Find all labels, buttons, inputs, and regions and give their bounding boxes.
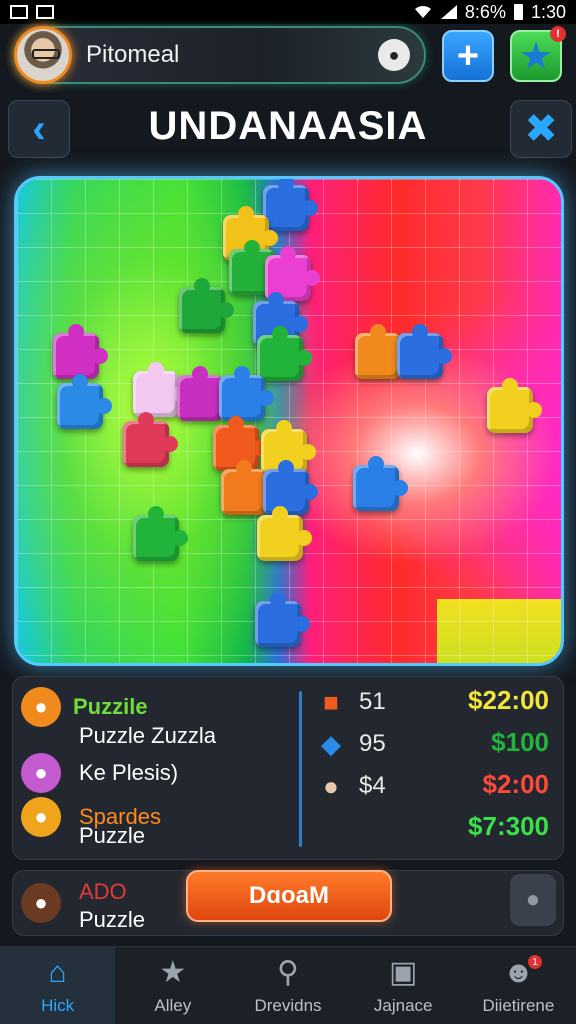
puzzle-board[interactable] xyxy=(14,176,564,666)
puzzle-piece[interactable] xyxy=(353,456,408,511)
monster-icon: ● xyxy=(21,883,61,923)
puzzle-piece[interactable] xyxy=(397,324,452,379)
star-icon: ★ xyxy=(159,955,187,989)
notification-badge: 1 xyxy=(528,955,543,969)
speech-bubble-icon: ● xyxy=(525,886,541,913)
nav-item-search[interactable]: ⚲ Drevidns xyxy=(230,947,345,1024)
puzzle-piece[interactable] xyxy=(179,278,234,333)
count-row: ● $4 xyxy=(309,769,386,803)
nav-item-inventory[interactable]: ▣ Jajnace xyxy=(346,947,461,1024)
battery-icon xyxy=(513,4,523,20)
puzzle-piece[interactable] xyxy=(255,592,310,647)
nav-label: Hick xyxy=(41,995,75,1015)
puzzle-piece[interactable] xyxy=(57,374,112,429)
puzzle-piece[interactable] xyxy=(221,460,276,515)
puzzle-piece[interactable] xyxy=(257,506,312,561)
price-value: $2:00 xyxy=(482,769,550,799)
search-icon: ⚲ xyxy=(277,955,299,989)
gem-icon: ◆ xyxy=(321,728,341,759)
stat-subtitle: Puzzle xyxy=(79,823,146,848)
cat-icon: ● xyxy=(21,753,61,793)
puzzle-piece[interactable] xyxy=(123,412,178,467)
count-row: ■ 51 xyxy=(309,685,386,719)
count-value: $4 xyxy=(359,772,386,799)
briefcase-icon: ▣ xyxy=(389,955,418,989)
notification-badge: ! xyxy=(550,26,566,42)
favorites-button[interactable]: ★ ! xyxy=(510,26,566,82)
puzzle-piece[interactable] xyxy=(263,179,318,231)
star-icon: ★ xyxy=(518,35,554,78)
back-button[interactable]: ‹ xyxy=(8,100,70,158)
stat-row: ● Ke Plesis) xyxy=(21,753,178,793)
price-value: $100 xyxy=(491,727,549,757)
puzzle-piece[interactable] xyxy=(219,366,274,421)
count-value: 95 xyxy=(359,730,386,757)
play-button[interactable]: DɑoaM xyxy=(186,870,392,922)
chevron-left-icon: ‹ xyxy=(32,106,46,151)
nav-item-home[interactable]: ⌂ Hick xyxy=(0,947,116,1024)
puzzle-piece[interactable] xyxy=(355,324,410,379)
battery-percent: 8:6% xyxy=(464,1,506,22)
puzzle-piece[interactable] xyxy=(257,326,312,381)
divider xyxy=(299,691,302,847)
creature-icon: ● xyxy=(21,687,61,727)
shuffle-button[interactable]: ✖ xyxy=(510,100,572,158)
count-row: ◆ 95 xyxy=(309,727,386,761)
price-value: $7:300 xyxy=(468,811,549,841)
nav-label: Jajnace xyxy=(373,995,433,1015)
clock: 1:30 xyxy=(530,1,566,22)
wifi-icon xyxy=(414,5,431,19)
stat-row: ● Puzzile xyxy=(21,687,148,727)
profile-bar[interactable]: Pitomeal ● xyxy=(14,26,426,84)
flame-icon: ● xyxy=(21,797,61,837)
nav-item-alley[interactable]: ★ Alley xyxy=(115,947,230,1024)
puzzle-piece[interactable] xyxy=(53,324,108,379)
chat-bubble-icon[interactable]: ● xyxy=(378,39,410,71)
status-bar: 8:6% 1:30 xyxy=(0,0,576,24)
plus-icon: + xyxy=(456,34,480,77)
crossed-arrows-icon: ✖ xyxy=(524,107,558,151)
nav-item-profile[interactable]: ☻ 1 Diietirene xyxy=(461,947,576,1024)
puzzle-piece[interactable] xyxy=(133,362,188,417)
action-subtitle: Puzzle xyxy=(79,907,146,932)
add-button[interactable]: + xyxy=(442,30,494,82)
signal-icon xyxy=(440,5,457,19)
stat-subtitle: Puzzle Zuzzla xyxy=(79,723,216,748)
stat-subtitle: Ke Plesis) xyxy=(79,760,179,785)
count-value: 51 xyxy=(359,688,386,715)
bottom-nav: ⌂ Hick ★ Alley ⚲ Drevidns ▣ Jajnace ☻ 1 … xyxy=(0,946,576,1024)
stat-title: Puzzile xyxy=(73,694,148,719)
stats-panel: ● Puzzile Puzzle Zuzzla ● Ke Plesis) ● S… xyxy=(12,676,564,860)
puzzle-piece[interactable] xyxy=(133,506,188,561)
puzzle-piece-icon: ■ xyxy=(323,686,339,717)
notification-icon xyxy=(10,5,28,19)
action-title: ADO xyxy=(79,879,127,904)
chat-button[interactable]: ● xyxy=(510,874,556,926)
nav-label: Alley xyxy=(154,995,192,1015)
cookie-icon: ● xyxy=(323,770,339,801)
profile-name: Pitomeal xyxy=(86,41,180,68)
nav-label: Diietirene xyxy=(482,995,555,1015)
puzzle-piece[interactable] xyxy=(487,378,542,433)
nav-label: Drevidns xyxy=(254,995,322,1015)
gallery-icon xyxy=(36,5,54,19)
price-value: $22:00 xyxy=(468,685,549,715)
home-icon: ⌂ xyxy=(48,955,67,989)
puzzle-piece[interactable] xyxy=(177,366,232,421)
avatar[interactable] xyxy=(14,26,72,84)
page-title: UNDANAASIA xyxy=(148,104,428,148)
